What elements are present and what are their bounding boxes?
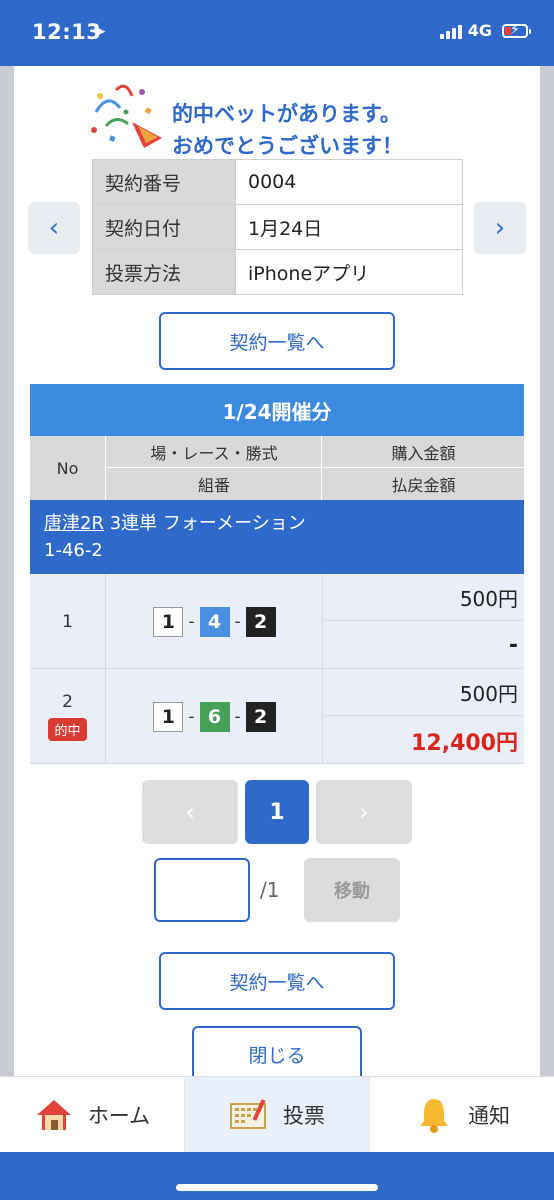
congrats-line2: おめでとうございます！ [172, 134, 403, 158]
second-place-box: 6 [199, 701, 230, 732]
page-prev-button[interactable]: ‹ [142, 780, 238, 844]
prev-contract-button[interactable]: ‹ [28, 202, 80, 254]
hit-badge: 的中 [48, 718, 87, 741]
bet-number-cell: 2 的中 [30, 669, 106, 764]
page-next-button[interactable]: › [316, 780, 412, 844]
tab-label: 投票 [283, 1104, 325, 1128]
race-date-header: 1/24開催分 [30, 384, 524, 436]
move-page-button[interactable]: 移動 [304, 858, 400, 922]
close-button[interactable]: 閉じる [192, 1026, 362, 1076]
home-icon [36, 1100, 71, 1130]
contract-key: 契約番号 [92, 159, 236, 205]
payout-amount: - [508, 633, 518, 658]
status-bar: 12:13 ➤ 4G ⚡ [0, 0, 554, 66]
table-row: 2 的中 1 - 6 - 2 500円 12,400円 [30, 669, 524, 764]
combo-cell: 1 - 6 - 2 [107, 669, 323, 764]
home-bar-area [0, 1152, 554, 1200]
congrats-line1: 的中ベットがあります。 [172, 102, 401, 126]
location-arrow-icon: ➤ [92, 22, 107, 42]
combo-cell: 1 - 4 - 2 [107, 574, 323, 669]
chevron-right-icon: › [494, 213, 506, 243]
first-place-box: 1 [153, 606, 184, 637]
tab-vote[interactable]: 投票 [185, 1077, 370, 1153]
contract-value: 0004 [235, 159, 463, 205]
contract-value: 1月24日 [235, 204, 463, 250]
contract-row: 契約番号 0004 [92, 159, 463, 205]
bet-summary: 唐津2R 3連単 フォーメーション 1-46-2 [30, 500, 524, 574]
race-column-headers: No 場・レース・勝式 組番 購入金額 払戻金額 [30, 436, 524, 500]
bottom-tab-bar: ホーム 投票 通知 [0, 1076, 554, 1153]
contract-value: iPhoneアプリ [235, 249, 463, 295]
contract-info-table: 契約番号 0004 契約日付 1月24日 投票方法 iPhoneアプリ [92, 159, 463, 295]
chevron-left-icon: ‹ [185, 798, 195, 826]
table-row: 1 1 - 4 - 2 500円 - [30, 574, 524, 669]
status-time: 12:13 [32, 20, 102, 44]
race-table: 1/24開催分 No 場・レース・勝式 組番 購入金額 払戻金額 唐津2R 3連… [30, 384, 524, 764]
combo-separator: - [188, 706, 195, 727]
tab-home[interactable]: ホーム [0, 1077, 185, 1153]
header-purchase: 購入金額 [323, 436, 524, 468]
purchase-amount: 500円 [324, 574, 524, 621]
bet-number: 1 [62, 611, 73, 632]
page-total: /1 [260, 878, 280, 902]
bet-type: 3連単 フォーメーション [109, 513, 306, 534]
page-number-input[interactable] [154, 858, 250, 922]
third-place-box: 2 [245, 701, 276, 732]
ticket-icon [230, 1099, 266, 1129]
contract-list-button[interactable]: 契約一覧へ [159, 952, 395, 1010]
bet-number-cell: 1 [30, 574, 106, 669]
venue-race-link[interactable]: 唐津2R [44, 513, 104, 534]
header-no: No [30, 436, 106, 500]
page-current-button[interactable]: 1 [245, 780, 309, 844]
chevron-right-icon: › [359, 798, 369, 826]
next-contract-button[interactable]: › [474, 202, 526, 254]
header-combo: 組番 [107, 468, 322, 500]
third-place-box: 2 [245, 606, 276, 637]
party-popper-icon [91, 84, 162, 148]
status-indicators: 4G ⚡ [439, 21, 531, 40]
contract-list-button[interactable]: 契約一覧へ [159, 312, 395, 370]
purchase-amount: 500円 [324, 669, 524, 716]
tab-notifications[interactable]: 通知 [370, 1077, 554, 1153]
first-place-box: 1 [153, 701, 184, 732]
bell-icon [420, 1099, 448, 1133]
combo-separator: - [234, 706, 241, 727]
home-indicator[interactable] [176, 1184, 378, 1191]
signal-icon [439, 23, 462, 39]
header-payout: 払戻金額 [391, 476, 456, 495]
bet-formation: 1-46-2 [44, 540, 103, 561]
bet-result-modal: 的中ベットがあります。 おめでとうございます！ ‹ › 契約番号 0004 契約… [14, 66, 540, 1076]
chevron-left-icon: ‹ [48, 213, 60, 243]
header-race: 場・レース・勝式 [107, 436, 322, 468]
bet-number: 2 [62, 692, 73, 712]
contract-row: 契約日付 1月24日 [92, 204, 463, 250]
tab-label: ホーム [87, 1104, 151, 1128]
network-type: 4G [467, 21, 492, 40]
payout-amount: 12,400円 [411, 730, 518, 756]
second-place-box: 4 [199, 606, 230, 637]
contract-key: 投票方法 [92, 249, 236, 295]
contract-key: 契約日付 [92, 204, 236, 250]
battery-icon: ⚡ [502, 22, 531, 38]
combo-separator: - [188, 611, 195, 632]
congrats-banner: 的中ベットがあります。 おめでとうございます！ [14, 80, 540, 158]
combo-separator: - [234, 611, 241, 632]
tab-label: 通知 [468, 1104, 510, 1128]
contract-row: 投票方法 iPhoneアプリ [92, 249, 463, 295]
